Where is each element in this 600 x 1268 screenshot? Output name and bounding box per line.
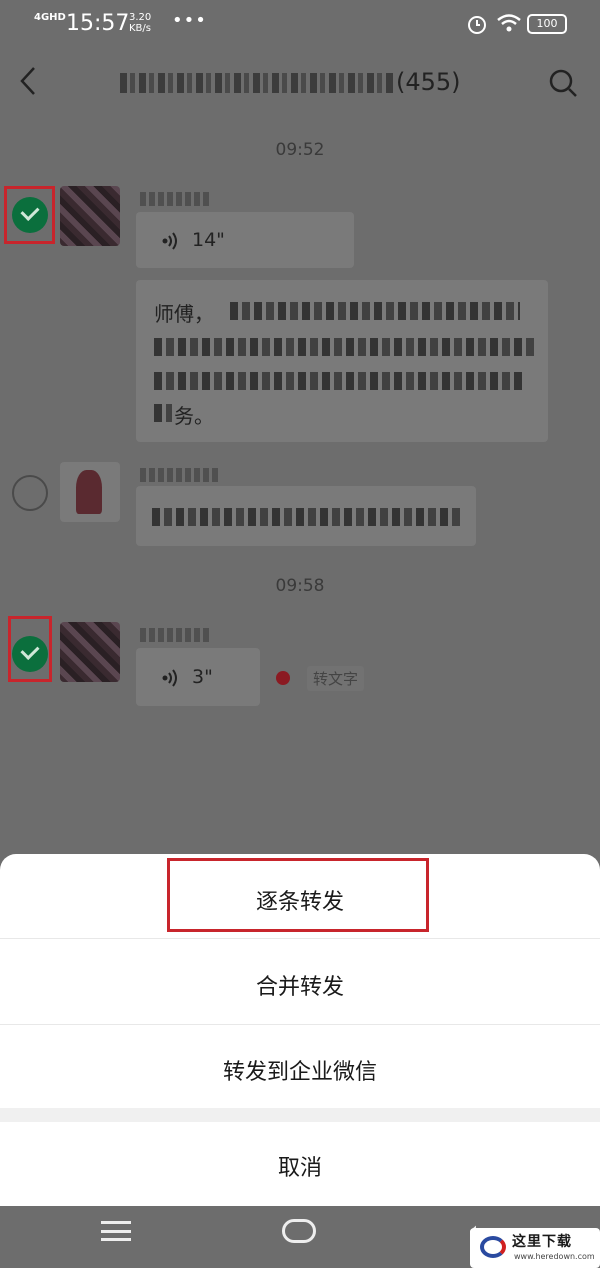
alarm-icon [468, 16, 486, 34]
selection-highlight [167, 858, 429, 932]
sender-name-redacted [140, 192, 212, 206]
back-button[interactable] [16, 64, 40, 107]
voice-duration: 3" [192, 666, 213, 688]
section-gap [0, 1108, 600, 1122]
avatar [60, 622, 120, 682]
timestamp: 09:52 [275, 140, 325, 160]
menu-icon[interactable] [101, 1221, 131, 1241]
divider [0, 1024, 600, 1025]
redacted-text [154, 338, 534, 356]
battery-indicator: 100 [527, 14, 567, 34]
search-icon[interactable] [548, 68, 578, 98]
wifi-icon [497, 14, 521, 32]
message-text-start: 师傅， [154, 302, 214, 326]
more-notifications-icon: ••• [172, 10, 207, 31]
chat-title: (455) [120, 68, 480, 96]
merge-forward-button[interactable]: 合并转发 [0, 969, 600, 1001]
redacted-text [230, 302, 520, 320]
voice-message-bubble[interactable]: 3" [136, 648, 260, 706]
text-message-bubble[interactable]: 师傅， 务。 [136, 280, 548, 442]
unread-dot [276, 671, 290, 685]
speed-value: 3.20 [129, 12, 152, 23]
avatar [60, 186, 120, 246]
cancel-button[interactable]: 取消 [0, 1150, 600, 1182]
avatar-figure [76, 470, 102, 514]
network-speed: 3.20 KB/s [129, 12, 151, 34]
sender-name-redacted [140, 628, 212, 642]
redacted-text [154, 372, 524, 390]
redacted-text [152, 508, 462, 526]
status-bar: 4GHD 15:57 3.20 KB/s ••• 100 [0, 0, 600, 48]
select-checkbox-checked[interactable] [12, 197, 48, 233]
member-count: (455) [396, 68, 461, 96]
voice-icon [162, 232, 177, 250]
chevron-left-icon [20, 67, 35, 95]
action-sheet: 逐条转发 合并转发 转发到企业微信 取消 [0, 854, 600, 1206]
status-time: 15:57 [66, 11, 130, 36]
divider [0, 938, 600, 939]
voice-icon [162, 669, 177, 687]
voice-message-bubble[interactable]: 14" [136, 212, 354, 268]
voice-duration: 14" [192, 229, 225, 251]
timestamp: 09:58 [275, 576, 325, 596]
home-icon[interactable] [282, 1219, 316, 1243]
transcribe-button[interactable]: 转文字 [307, 666, 365, 691]
select-checkbox-checked[interactable] [12, 636, 48, 672]
watermark-logo-icon [480, 1236, 506, 1258]
select-checkbox-unchecked[interactable] [12, 475, 48, 511]
watermark-text: 这里下载 [512, 1234, 572, 1250]
network-indicator: 4GHD [34, 12, 66, 23]
forward-to-wecom-button[interactable]: 转发到企业微信 [0, 1054, 600, 1086]
group-name-redacted [120, 73, 396, 93]
watermark-url: www.heredown.com [514, 1252, 595, 1261]
redacted-text [154, 404, 172, 422]
avatar [60, 462, 120, 522]
sender-name-redacted [140, 468, 220, 482]
message-text-end: 务。 [174, 404, 214, 428]
text-message-bubble[interactable] [136, 486, 476, 546]
speed-unit: KB/s [129, 23, 151, 34]
